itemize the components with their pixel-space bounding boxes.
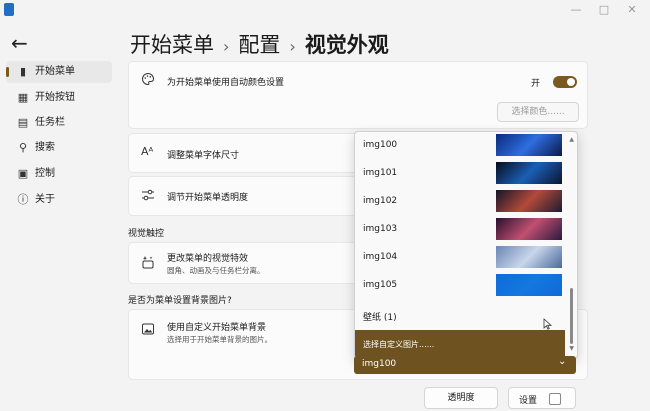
background-image-combobox[interactable]: img100 ⌄ [354,356,576,374]
back-arrow-icon[interactable]: ← [11,31,28,55]
list-item[interactable]: img103 [355,216,565,244]
scroll-down-icon[interactable]: ▼ [569,345,574,352]
mouse-cursor-icon [543,318,553,330]
list-item-label: img102 [363,196,398,206]
control-icon: ▣ [17,167,29,180]
breadcrumb: 开始菜单 › 配置 › 视觉外观 [130,29,389,59]
list-item-label: img103 [363,224,398,234]
font-size-icon: Aᴬ [141,145,154,158]
sidebar-item-label: 开始按钮 [35,92,75,103]
active-indicator [6,67,9,77]
maximize-button[interactable]: □ [594,2,614,18]
sparkle-icon [142,256,154,269]
minimize-button[interactable]: — [566,2,586,18]
visual-effects-section-title: 视觉触控 [128,229,165,239]
sidebar-item-control[interactable]: ▣ 控制 [6,163,112,185]
transparency-card[interactable]: 调节开始菜单透明度 [128,176,360,216]
breadcrumb-item-config[interactable]: 配置 [238,33,280,57]
auto-color-toggle[interactable] [553,76,577,88]
combobox-value: img100 [362,359,397,369]
auto-color-title: 为开始菜单使用自动颜色设置 [167,78,285,88]
list-item-label: img104 [363,252,398,262]
search-icon: ⚲ [18,141,28,154]
list-item[interactable]: img105 [355,272,565,300]
transparency-button[interactable]: 透明度 [424,387,498,409]
font-size-title: 调整菜单字体尺寸 [167,151,240,161]
list-item-wallpaper[interactable]: 壁纸 (1) [355,302,565,330]
thumbnail-image [496,218,562,240]
sidebar-item-label: 开始菜单 [35,66,75,77]
list-item[interactable]: img102 [355,188,565,216]
background-image-dropdown[interactable]: img100 img101 img102 img103 img104 img10… [354,131,578,359]
chevron-down-icon: ⌄ [558,356,567,367]
image-icon [142,323,154,335]
toggle-state-label: 开 [531,79,541,89]
visual-effects-title: 更改菜单的视觉特效 [167,254,249,264]
list-item-label: img100 [363,140,398,150]
list-item[interactable]: img101 [355,160,565,188]
list-item[interactable]: img100 [355,132,565,160]
sidebar-item-taskbar[interactable]: ▤ 任务栏 [6,112,112,134]
palette-icon [142,72,154,86]
custom-background-subtitle: 选择用于开始菜单背景的图片。 [167,335,272,344]
auto-color-card: 为开始菜单使用自动颜色设置 开 选择颜色...... [128,61,588,129]
breadcrumb-item-start-menu[interactable]: 开始菜单 [130,33,214,57]
sidebar-item-label: 搜索 [35,142,55,153]
thumbnail-image [496,134,562,156]
choose-color-button[interactable]: 选择颜色...... [497,102,579,122]
list-item-label: 选择自定义图片...... [363,340,435,349]
sidebar-item-label: 任务栏 [35,117,65,128]
title-bar: — □ ✕ [0,0,650,22]
start-menu-icon: ▮ [19,65,27,78]
settings-button-label: 设置 [519,396,538,406]
thumbnail-image [496,274,562,296]
settings-button[interactable]: 设置 [508,387,576,409]
sidebar-item-label: 控制 [35,168,55,179]
transparency-title: 调节开始菜单透明度 [167,193,249,203]
scroll-up-icon[interactable]: ▲ [569,136,574,143]
start-button-icon: ▦ [17,91,29,104]
scrollbar-thumb[interactable] [570,288,573,344]
chevron-right-icon: › [223,37,230,56]
app-icon [4,3,14,16]
list-item-label: img101 [363,168,398,178]
page-title: 视觉外观 [304,33,389,57]
info-icon: ⓘ [17,193,29,206]
taskbar-icon: ▤ [17,116,29,129]
list-item-custom-image[interactable]: 选择自定义图片...... [355,330,565,357]
list-item-label: 壁纸 (1) [363,313,397,323]
visual-effects-subtitle: 圆角、动画及与任务栏分离。 [167,266,265,275]
close-button[interactable]: ✕ [622,2,642,18]
sidebar-item-start-menu[interactable]: ▮ 开始菜单 [6,61,112,83]
background-section-title: 是否为菜单设置背景图片? [128,296,232,306]
sidebar-item-label: 关于 [35,194,55,205]
font-size-card[interactable]: Aᴬ 调整菜单字体尺寸 [128,133,360,173]
custom-background-title: 使用自定义开始菜单背景 [167,323,267,333]
thumbnail-image [496,162,562,184]
list-item[interactable]: img104 [355,244,565,272]
settings-checkbox[interactable] [549,393,561,405]
sidebar-item-about[interactable]: ⓘ 关于 [6,189,112,211]
sliders-icon [142,189,154,201]
sidebar-item-search[interactable]: ⚲ 搜索 [6,137,112,159]
visual-effects-card[interactable]: 更改菜单的视觉特效 圆角、动画及与任务栏分离。 [128,242,360,284]
thumbnail-image [496,190,562,212]
chevron-right-icon: › [289,37,296,56]
toggle-knob [567,78,575,86]
list-item-label: img105 [363,280,398,290]
sidebar-item-start-button[interactable]: ▦ 开始按钮 [6,87,112,109]
thumbnail-image [496,246,562,268]
